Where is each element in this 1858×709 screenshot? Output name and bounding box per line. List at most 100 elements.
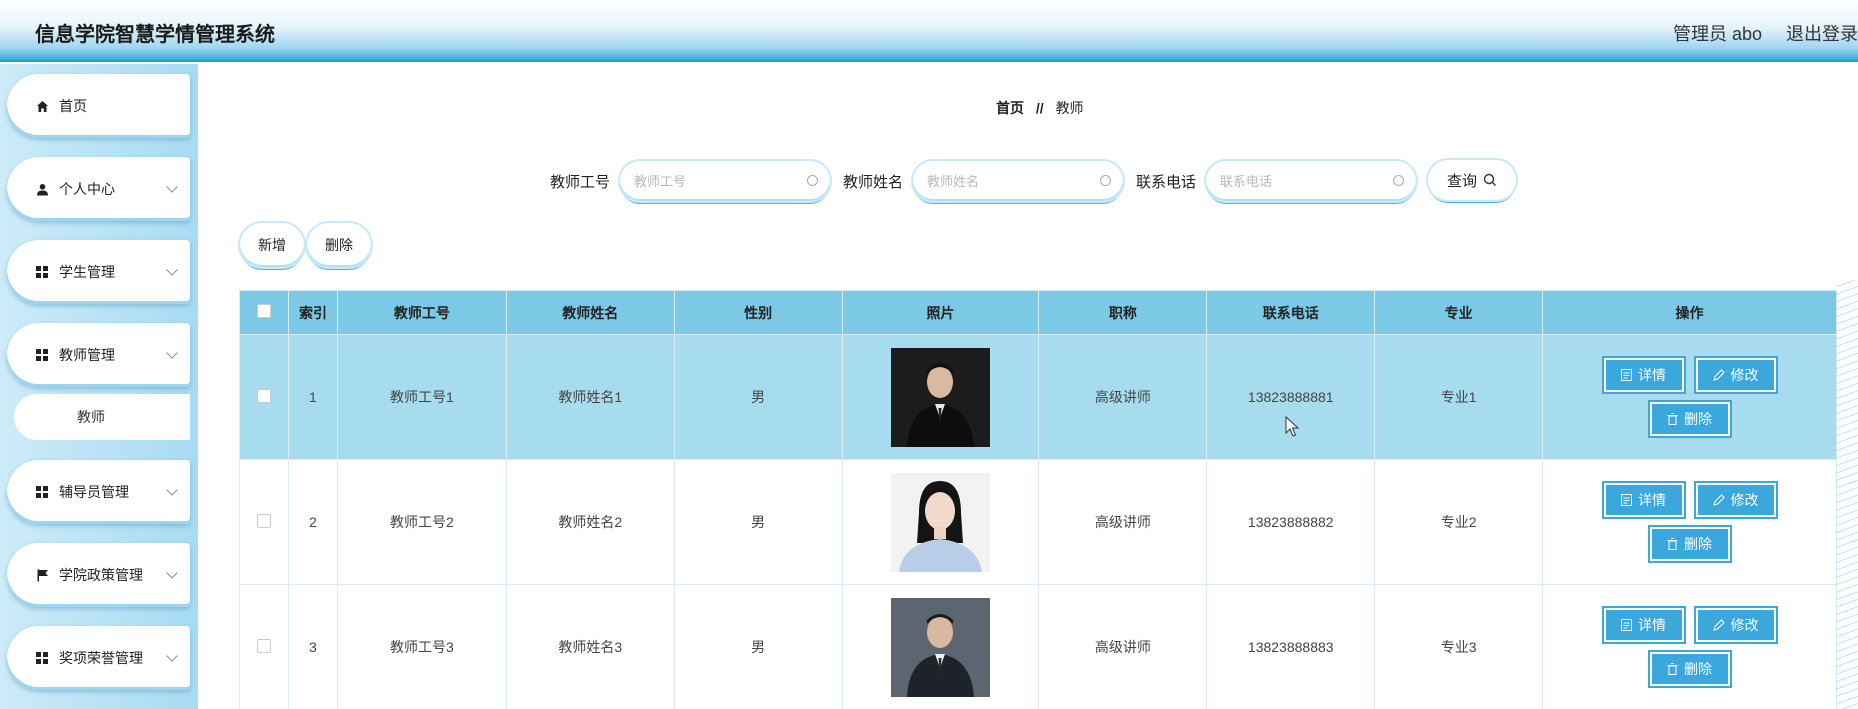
grid-icon	[35, 265, 49, 279]
sidebar-item-label: 学院政策管理	[59, 567, 143, 583]
delete-button[interactable]: 删除	[307, 223, 371, 267]
sidebar-item-student-management[interactable]: 学生管理	[7, 240, 190, 304]
sidebar-item-label: 教师管理	[59, 347, 115, 363]
decorative-stripes	[1836, 280, 1858, 709]
sidebar-item-label: 首页	[59, 98, 87, 114]
edit-button[interactable]: 修改	[1695, 358, 1776, 392]
row-delete-button[interactable]: 删除	[1649, 402, 1730, 436]
sidebar: 首页 个人中心 学生管理 教师管理 教师 辅导员管理 学院政策管理 奖项荣誉管理	[0, 64, 198, 709]
teacher-id-input[interactable]	[634, 173, 795, 189]
select-all-cell	[239, 290, 289, 335]
chevron-down-icon	[166, 181, 178, 193]
detail-button-label: 详情	[1638, 492, 1667, 508]
query-button-label: 查询	[1446, 172, 1477, 190]
search-icon	[1393, 175, 1405, 186]
teacher-name-input-box[interactable]	[913, 161, 1124, 201]
detail-button[interactable]: 详情	[1603, 483, 1684, 517]
breadcrumb: 首页 // 教师	[996, 98, 1084, 118]
user-icon	[35, 182, 49, 196]
sidebar-item-home[interactable]: 首页	[7, 74, 190, 138]
teacher-id-label: 教师工号	[550, 173, 611, 191]
sidebar-item-label: 辅导员管理	[59, 484, 129, 500]
edit-button[interactable]: 修改	[1695, 483, 1776, 517]
teacher-photo	[890, 597, 990, 697]
teacher-name-label: 教师姓名	[843, 173, 904, 191]
cell-major: 专业3	[1374, 584, 1544, 709]
cell-teacher-id: 教师工号3	[336, 584, 507, 709]
query-button[interactable]: 查询	[1428, 160, 1516, 200]
detail-button-label: 详情	[1638, 367, 1667, 383]
flag-icon	[35, 568, 49, 582]
row-checkbox[interactable]	[256, 513, 271, 528]
edit-button-label: 修改	[1730, 367, 1759, 383]
grid-icon	[35, 651, 49, 665]
cell-teacher-id: 教师工号1	[336, 334, 507, 460]
cell-gender: 男	[673, 334, 843, 460]
cell-teacher-id: 教师工号2	[336, 459, 507, 585]
table-row[interactable]: 1 教师工号1 教师姓名1 男 高级讲师 13823888881 专业1 详情 …	[239, 334, 1837, 460]
current-user-label: 管理员 abo	[1672, 24, 1762, 44]
cell-index: 3	[287, 584, 338, 709]
app-title: 信息学院智慧学情管理系统	[35, 24, 275, 46]
phone-input[interactable]	[1220, 173, 1381, 189]
cell-phone: 13823888882	[1206, 459, 1376, 585]
select-all-checkbox[interactable]	[256, 304, 271, 318]
cell-gender: 男	[673, 459, 843, 585]
cell-title: 高级讲师	[1038, 334, 1208, 460]
edit-button[interactable]: 修改	[1695, 608, 1776, 642]
detail-button[interactable]: 详情	[1603, 358, 1684, 392]
row-delete-button-label: 删除	[1684, 411, 1713, 427]
search-icon	[1483, 173, 1496, 186]
table-row[interactable]: 3 教师工号3 教师姓名3 男 高级讲师 13823888883 专业3 详情 …	[239, 584, 1837, 709]
column-header: 性别	[673, 290, 843, 335]
table-header-row: 索引 教师工号 教师姓名 性别 照片 职称 联系电话 专业 操作	[239, 290, 1837, 335]
column-header: 专业	[1374, 290, 1544, 335]
column-header: 照片	[841, 290, 1040, 335]
sidebar-item-label: 个人中心	[59, 181, 115, 197]
document-icon	[1621, 494, 1633, 506]
pencil-icon	[1712, 369, 1725, 381]
column-header: 索引	[287, 290, 338, 335]
row-checkbox[interactable]	[256, 638, 271, 653]
search-teacher-id-group: 教师工号	[550, 160, 831, 202]
add-button[interactable]: 新增	[240, 223, 304, 267]
teacher-photo	[890, 347, 990, 447]
teacher-name-input[interactable]	[927, 173, 1088, 189]
breadcrumb-separator: //	[1035, 100, 1044, 116]
teacher-id-input-box[interactable]	[620, 161, 831, 201]
sidebar-item-label: 奖项荣誉管理	[59, 650, 143, 666]
sidebar-item-awards-honors[interactable]: 奖项荣誉管理	[7, 626, 190, 690]
table-row[interactable]: 2 教师工号2 教师姓名2 男 高级讲师 13823888882 专业2 详情 …	[239, 459, 1837, 585]
row-delete-button[interactable]: 删除	[1649, 652, 1730, 686]
teacher-photo	[890, 472, 990, 572]
cell-phone: 13823888881	[1206, 334, 1376, 460]
detail-button-label: 详情	[1638, 617, 1667, 633]
row-actions: 详情 修改 删除	[1590, 483, 1790, 561]
sidebar-subitem-teacher[interactable]: 教师	[14, 394, 190, 440]
cell-title: 高级讲师	[1038, 584, 1208, 709]
sidebar-item-counselor-management[interactable]: 辅导员管理	[7, 460, 190, 524]
phone-label: 联系电话	[1136, 173, 1197, 191]
document-icon	[1621, 369, 1633, 381]
detail-button[interactable]: 详情	[1603, 608, 1684, 642]
row-delete-button[interactable]: 删除	[1649, 527, 1730, 561]
pencil-icon	[1712, 494, 1725, 506]
sidebar-item-college-policy[interactable]: 学院政策管理	[7, 543, 190, 607]
sidebar-item-teacher-management[interactable]: 教师管理	[7, 323, 190, 387]
breadcrumb-home[interactable]: 首页	[996, 100, 1024, 116]
column-header: 职称	[1038, 290, 1208, 335]
column-header: 教师姓名	[505, 290, 675, 335]
chevron-down-icon	[166, 264, 178, 276]
sidebar-item-label: 学生管理	[59, 264, 115, 280]
logout-link[interactable]: 退出登录	[1786, 20, 1858, 46]
row-delete-button-label: 删除	[1684, 536, 1713, 552]
pencil-icon	[1712, 619, 1725, 631]
row-actions: 详情 修改 删除	[1590, 608, 1790, 686]
row-checkbox[interactable]	[256, 388, 271, 403]
sidebar-item-personal-center[interactable]: 个人中心	[7, 157, 190, 221]
column-header: 教师工号	[336, 290, 507, 335]
search-icon	[807, 175, 819, 186]
cell-teacher-name: 教师姓名3	[505, 584, 675, 709]
cell-phone: 13823888883	[1206, 584, 1376, 709]
phone-input-box[interactable]	[1206, 161, 1417, 201]
